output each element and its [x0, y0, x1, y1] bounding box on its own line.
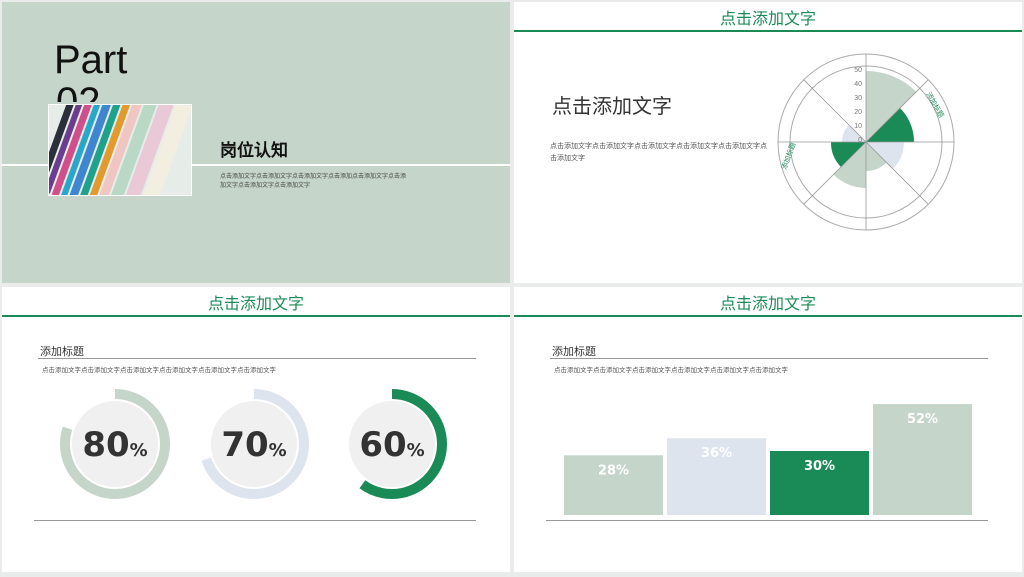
part-label: Part	[54, 38, 128, 82]
bar-label-2: 30%	[804, 459, 835, 474]
bottom-line	[546, 520, 988, 521]
part-number: 02	[56, 80, 101, 102]
subtitle-underline	[38, 358, 476, 359]
section-title: 岗位认知	[220, 141, 288, 161]
scale-tick-0: 0	[858, 137, 862, 144]
subtitle-underline	[550, 358, 988, 359]
donut-chart-2: 60%	[337, 389, 447, 499]
bar-label-0: 28%	[598, 463, 629, 478]
slide-bar-chart[interactable]: 点击添加文字 添加标题 点击添加文字点击添加文字点击添加文字点击添加文字点击添加…	[514, 287, 1022, 572]
stationery-photo	[48, 104, 192, 196]
bar-chart: 28% 36% 30% 52%	[564, 404, 972, 515]
scale-tick-40: 40	[854, 81, 862, 88]
scale-tick-30: 30	[854, 95, 862, 102]
ring-label-right: 添加标题	[924, 91, 946, 120]
slide-paragraph: 点击添加文字点击添加文字点击添加文字点击添加文字点击添加文字点击添加文字	[550, 142, 767, 162]
ring-label-left: 添加标题	[779, 141, 797, 170]
slide-title: 点击添加文字	[719, 9, 816, 28]
section-description: 点击添加文字点击添加文字点击添加文字点击添加点击添加文字点击添加文字点击添加文字…	[220, 173, 407, 189]
radial-chart: 50 40 30 20 10 0 添加标题 添加标题	[777, 53, 955, 231]
slide-part-02[interactable]: Part 02 岗位认知 点击添加文字点击添加文字点击添加文字点击添加点击添加文…	[2, 2, 510, 283]
title-underline	[2, 315, 510, 317]
scale-tick-50: 50	[854, 67, 862, 74]
donut-chart-0: 80%	[60, 389, 170, 499]
slide-donut-charts[interactable]: 点击添加文字 添加标题 点击添加文字点击添加文字点击添加文字点击添加文字点击添加…	[2, 287, 510, 572]
subtitle-description: 点击添加文字点击添加文字点击添加文字点击添加文字点击添加文字点击添加文字	[42, 366, 276, 374]
bar-label-1: 36%	[701, 446, 732, 461]
bar-label-3: 52%	[907, 412, 938, 427]
slide-title: 点击添加文字	[719, 294, 816, 313]
subtitle: 添加标题	[552, 345, 596, 358]
slide-radial-chart[interactable]: 点击添加文字 点击添加文字 点击添加文字点击添加文字点击添加文字点击添加文字点击…	[514, 2, 1022, 283]
donut-chart-1: 70%	[199, 389, 309, 499]
scale-tick-10: 10	[854, 123, 862, 130]
subtitle: 添加标题	[40, 345, 84, 358]
title-underline	[514, 315, 1022, 317]
slide-heading: 点击添加文字	[552, 94, 672, 118]
slide-title: 点击添加文字	[207, 294, 304, 313]
scale-tick-20: 20	[854, 109, 862, 116]
title-underline	[514, 30, 1022, 32]
bottom-line	[34, 520, 476, 521]
subtitle-description: 点击添加文字点击添加文字点击添加文字点击添加文字点击添加文字点击添加文字	[554, 366, 788, 374]
